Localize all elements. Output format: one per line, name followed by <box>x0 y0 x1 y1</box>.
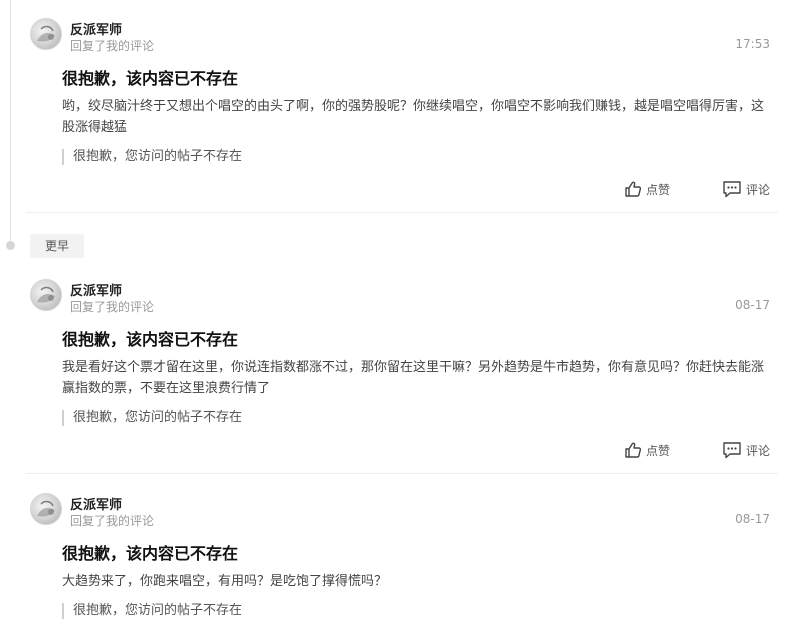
divider <box>26 473 778 474</box>
notification-card: 反派军师 回复了我的评论 08-17 很抱歉，该内容已不存在 大趋势来了，你跑来… <box>26 476 778 632</box>
user-name[interactable]: 反派军师 <box>70 494 122 513</box>
quoted-post[interactable]: 很抱歉，您访问的帖子不存在 <box>62 149 242 165</box>
comment-button[interactable]: 评论 <box>722 180 770 198</box>
action-text: 回复了我的评论 <box>70 300 155 314</box>
timeline-dot <box>6 241 15 250</box>
thumbs-up-icon <box>624 180 642 198</box>
earlier-section-label: 更早 <box>30 234 84 258</box>
timestamp: 08-17 <box>735 298 770 312</box>
comment-label: 评论 <box>746 443 771 458</box>
action-text: 回复了我的评论 <box>70 39 155 53</box>
avatar[interactable] <box>30 279 62 311</box>
post-title[interactable]: 很抱歉，该内容已不存在 <box>62 65 238 89</box>
like-button[interactable]: 点赞 <box>624 441 670 459</box>
action-text: 回复了我的评论 <box>70 514 155 528</box>
user-name[interactable]: 反派军师 <box>70 19 122 38</box>
reply-content: 我是看好这个票才留在这里，你说连指数都涨不过，那你留在这里干嘛？另外趋势是牛市趋… <box>62 360 765 396</box>
timestamp: 17:53 <box>735 37 770 51</box>
comment-icon <box>722 441 742 459</box>
quoted-post[interactable]: 很抱歉，您访问的帖子不存在 <box>62 603 242 619</box>
comment-button[interactable]: 评论 <box>722 441 770 459</box>
divider <box>26 212 778 213</box>
notification-card: 反派军师 回复了我的评论 17:53 很抱歉，该内容已不存在 哟，绞尽脑汁终于又… <box>26 0 778 212</box>
comment-icon <box>722 180 742 198</box>
avatar[interactable] <box>30 18 62 50</box>
comment-label: 评论 <box>746 182 771 197</box>
post-title[interactable]: 很抱歉，该内容已不存在 <box>62 540 238 564</box>
timestamp: 08-17 <box>735 512 770 526</box>
like-label: 点赞 <box>646 443 671 458</box>
quoted-post[interactable]: 很抱歉，您访问的帖子不存在 <box>62 410 242 426</box>
thumbs-up-icon <box>624 441 642 459</box>
user-name[interactable]: 反派军师 <box>70 280 122 299</box>
reply-content: 哟，绞尽脑汁终于又想出个唱空的由头了啊，你的强势股呢？你继续唱空，你唱空不影响我… <box>62 99 765 135</box>
timeline-line <box>10 0 11 244</box>
reply-content: 大趋势来了，你跑来唱空，有用吗？是吃饱了撑得慌吗？ <box>62 574 388 589</box>
avatar[interactable] <box>30 493 62 525</box>
notification-card: 反派军师 回复了我的评论 08-17 很抱歉，该内容已不存在 我是看好这个票才留… <box>26 262 778 474</box>
like-button[interactable]: 点赞 <box>624 180 670 198</box>
like-label: 点赞 <box>646 182 671 197</box>
post-title[interactable]: 很抱歉，该内容已不存在 <box>62 326 238 350</box>
